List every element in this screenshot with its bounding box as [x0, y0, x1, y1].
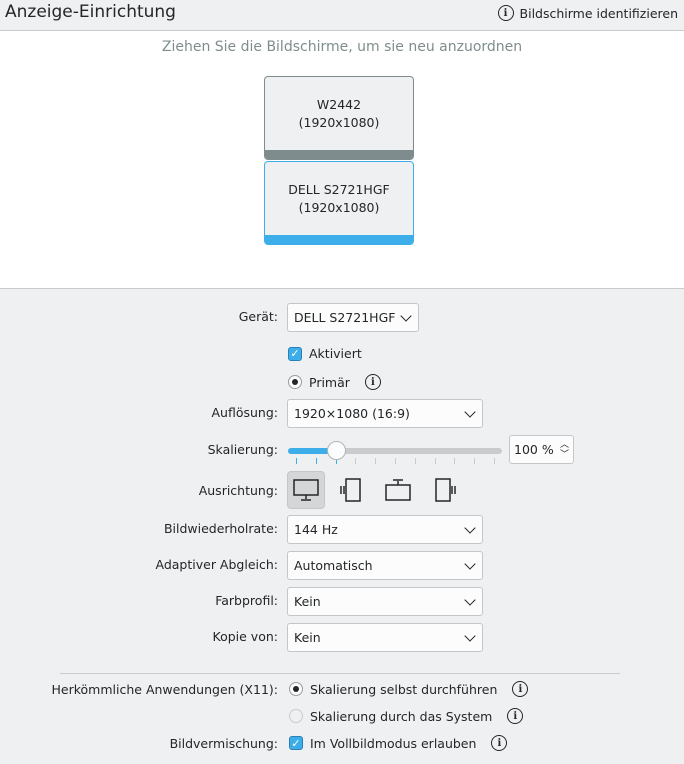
scaling-slider[interactable]: [288, 440, 502, 464]
enabled-label: Aktiviert: [309, 346, 362, 361]
slider-tick: [315, 458, 317, 464]
identify-screens-button[interactable]: i Bildschirme identifizieren: [497, 5, 678, 21]
arrangement-hint: Ziehen Sie die Bildschirme, um sie neu a…: [161, 39, 523, 55]
orientation-label: Ausrichtung:: [198, 483, 278, 498]
radio-icon: [289, 709, 303, 723]
primary-label: Primär: [309, 374, 350, 390]
page-title: Anzeige-Einrichtung: [5, 2, 176, 22]
device-value: DELL S2721HGF: [294, 310, 396, 325]
adaptive-value: Automatisch: [294, 558, 373, 573]
chevron-down-icon: [464, 557, 476, 570]
device-label: Gerät:: [238, 309, 278, 324]
chevron-down-icon: [464, 629, 476, 642]
screen-arrangement-area[interactable]: Ziehen Sie die Bildschirme, um sie neu a…: [0, 31, 684, 289]
monitor-name: W2442: [316, 97, 362, 112]
slider-handle[interactable]: [326, 441, 346, 460]
mirror-value: Kein: [294, 630, 321, 645]
resolution-select[interactable]: 1920×1080 (16:9): [287, 399, 483, 428]
resolution-value: 1920×1080 (16:9): [294, 406, 410, 421]
info-icon: i: [497, 5, 514, 21]
slider-tick: [296, 458, 297, 464]
checkmark-icon: ✓: [288, 346, 302, 361]
resolution-label: Auflösung:: [211, 405, 279, 420]
tearing-checkbox[interactable]: ✓ Im Vollbildmodus erlauben i: [289, 735, 508, 751]
refresh-value: 144 Hz: [294, 522, 338, 537]
info-icon[interactable]: i: [364, 374, 381, 390]
identify-label: Bildschirme identifizieren: [519, 5, 678, 21]
orientation-portrait-left-button[interactable]: [333, 471, 371, 509]
monitor-resolution: (1920x1080): [298, 200, 380, 215]
legacy-opt2-label: Skalierung durch das System: [310, 708, 493, 724]
orientation-flipped-button[interactable]: [379, 471, 417, 509]
legacy-opt1-label: Skalierung selbst durchführen: [310, 681, 498, 697]
enabled-checkbox[interactable]: ✓ Aktiviert: [288, 346, 362, 361]
info-icon[interactable]: i: [507, 708, 524, 724]
chevron-down-icon: [400, 309, 412, 322]
scaling-label: Skalierung:: [207, 442, 278, 457]
monitor-landscape-icon: [293, 479, 319, 501]
monitor-w2442[interactable]: W2442 (1920x1080): [264, 76, 414, 160]
chevron-down-icon: [464, 521, 476, 534]
slider-tick: [494, 458, 495, 464]
slider-tick: [355, 458, 357, 464]
slider-tick: [454, 458, 456, 464]
info-icon[interactable]: i: [491, 735, 508, 751]
scaling-value: 100 %: [514, 442, 554, 457]
slider-tick: [434, 458, 436, 464]
legacy-self-scaling-radio[interactable]: Skalierung selbst durchführen i: [289, 681, 529, 697]
checkmark-icon: ✓: [289, 736, 303, 750]
legacy-system-scaling-radio[interactable]: Skalierung durch das System i: [289, 708, 524, 724]
spin-arrows-icon[interactable]: ︿ ﹀: [560, 440, 569, 460]
header: Anzeige-Einrichtung i Bildschirme identif…: [0, 0, 684, 31]
info-icon[interactable]: i: [512, 681, 529, 697]
orientation-portrait-right-button[interactable]: [425, 471, 463, 509]
tearing-label: Bildvermischung:: [169, 736, 278, 751]
mirror-label: Kopie von:: [212, 629, 278, 644]
scaling-spinbox[interactable]: 100 % ︿ ﹀: [509, 435, 574, 464]
adaptive-label: Adaptiver Abgleich:: [155, 557, 279, 572]
divider: [60, 673, 620, 674]
color-profile-select[interactable]: Kein: [287, 587, 483, 616]
radio-icon: [288, 375, 302, 389]
radio-icon: [289, 682, 303, 696]
orientation-landscape-button[interactable]: [287, 471, 325, 509]
monitor-resolution: (1920x1080): [298, 115, 380, 130]
monitor-dell[interactable]: DELL S2721HGF (1920x1080): [264, 161, 414, 245]
monitor-portrait-left-icon: [340, 478, 361, 502]
monitor-portrait-right-icon: [435, 478, 456, 502]
slider-tick: [395, 458, 396, 464]
device-select[interactable]: DELL S2721HGF: [287, 303, 419, 332]
mirror-select[interactable]: Kein: [287, 623, 483, 652]
refresh-label: Bildwiederholrate:: [163, 521, 278, 536]
chevron-down-icon: [464, 593, 476, 606]
monitor-flipped-icon: [385, 479, 411, 501]
primary-radio[interactable]: Primär i: [288, 374, 381, 390]
color-profile-label: Farbprofil:: [215, 593, 278, 608]
color-profile-value: Kein: [294, 594, 321, 609]
monitor-name: DELL S2721HGF: [288, 182, 390, 197]
slider-tick: [474, 458, 476, 464]
refresh-rate-select[interactable]: 144 Hz: [287, 515, 483, 544]
slider-tick: [375, 458, 377, 464]
chevron-down-icon: [464, 405, 476, 418]
legacy-label: Herkömmliche Anwendungen (X11):: [51, 682, 278, 697]
tearing-label-text: Im Vollbildmodus erlauben: [310, 735, 477, 751]
adaptive-sync-select[interactable]: Automatisch: [287, 551, 483, 580]
slider-tick: [414, 458, 416, 464]
